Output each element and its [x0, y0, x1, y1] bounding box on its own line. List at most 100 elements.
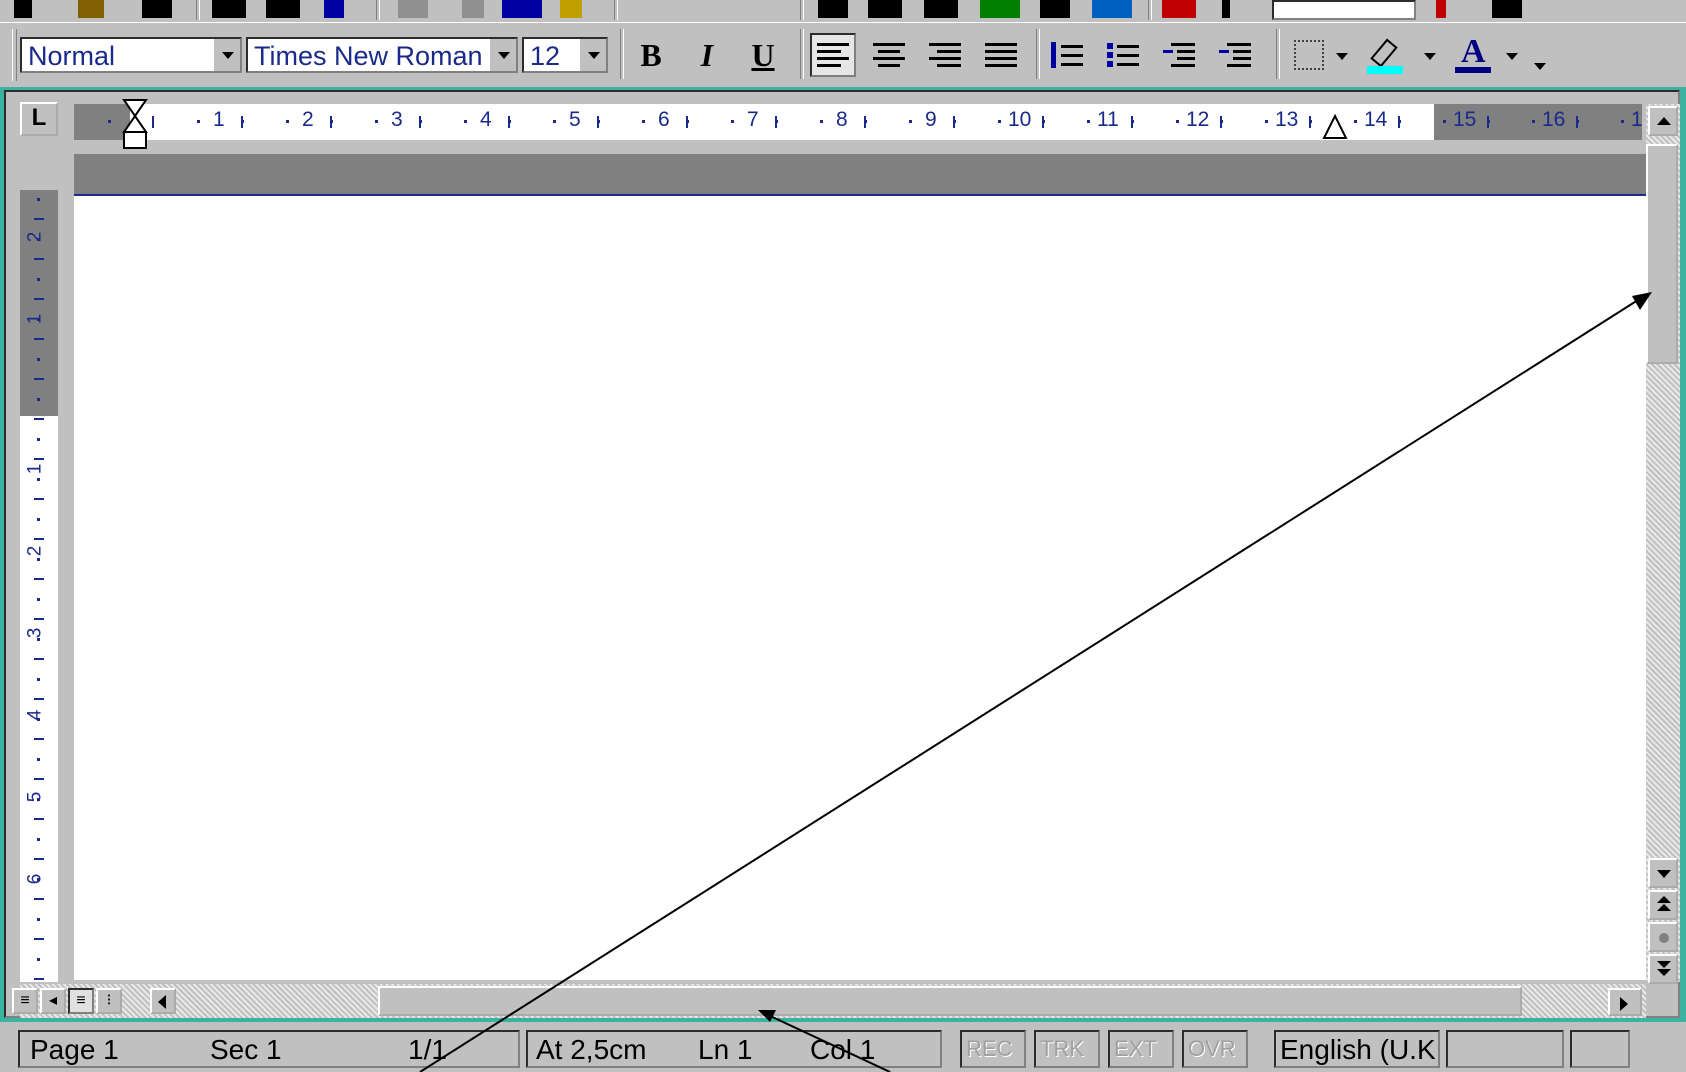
vertical-ruler-mark — [34, 858, 44, 860]
scroll-up-button[interactable] — [1648, 106, 1678, 136]
align-right-button[interactable] — [922, 33, 968, 77]
columns-icon[interactable] — [1040, 0, 1070, 18]
ruler-number: 3 — [391, 108, 403, 131]
status-language-label: English (U.K — [1280, 1034, 1436, 1065]
new-document-icon[interactable] — [14, 0, 32, 18]
vertical-ruler-number: 4 — [24, 709, 46, 721]
align-center-icon — [873, 42, 905, 68]
spelling-icon[interactable] — [324, 0, 344, 18]
hyperlink-icon[interactable] — [818, 0, 848, 18]
copy-icon[interactable] — [462, 0, 484, 18]
show-hide-icon[interactable] — [1222, 0, 1230, 18]
tab-selector-label: L — [31, 104, 47, 131]
horizontal-ruler[interactable]: 1234567891011121314151617 — [74, 104, 1642, 140]
style-combo[interactable]: Normal — [20, 37, 242, 73]
insert-table-icon[interactable] — [924, 0, 958, 18]
office-assistant-icon[interactable] — [1492, 0, 1522, 18]
ruler-mark — [1487, 116, 1490, 128]
justify-button[interactable] — [978, 33, 1024, 77]
highlight-dropdown-arrow[interactable] — [1424, 53, 1436, 60]
ruler-mark — [1353, 120, 1357, 123]
insert-excel-icon[interactable] — [980, 0, 1020, 18]
ruler-mark — [508, 116, 511, 128]
vertical-ruler-number: 1 — [24, 463, 46, 475]
vertical-ruler-mark — [37, 518, 40, 521]
vertical-ruler-number: 5 — [24, 791, 46, 803]
status-page-count: 1/1 — [408, 1034, 447, 1065]
scroll-right-button[interactable] — [1608, 988, 1642, 1016]
scroll-left-button[interactable] — [150, 988, 176, 1014]
horizontal-scroll-thumb[interactable] — [378, 986, 1522, 1016]
ruler-mark — [241, 116, 244, 128]
open-folder-icon[interactable] — [78, 0, 104, 18]
previous-page-button[interactable] — [1648, 890, 1678, 920]
status-ovr[interactable]: OVR — [1182, 1030, 1248, 1068]
status-ovr-label: OVR — [1188, 1036, 1236, 1061]
underline-button[interactable]: U — [740, 33, 786, 77]
align-center-button[interactable] — [866, 33, 912, 77]
decrease-indent-button[interactable] — [1156, 33, 1202, 77]
align-left-button[interactable] — [810, 33, 856, 77]
vertical-ruler-number: 2 — [24, 231, 46, 243]
bold-button[interactable]: B — [628, 33, 674, 77]
increase-indent-button[interactable] — [1212, 33, 1258, 77]
vertical-ruler-mark — [34, 698, 44, 700]
vertical-ruler-mark — [34, 258, 44, 260]
chevron-down-icon[interactable] — [578, 39, 606, 71]
zoom-combo[interactable] — [1272, 0, 1416, 20]
normal-view-button[interactable]: ≡ — [12, 988, 38, 1014]
paste-icon[interactable] — [502, 0, 542, 18]
tab-selector[interactable]: L — [20, 102, 58, 136]
status-trk[interactable]: TRK — [1034, 1030, 1100, 1068]
font-color-dropdown-arrow[interactable] — [1506, 53, 1518, 60]
cut-icon[interactable] — [398, 0, 428, 18]
borders-button[interactable] — [1286, 33, 1332, 77]
toolbar-grip[interactable] — [12, 29, 17, 81]
status-pane-location: Page 1 Sec 1 1/1 — [18, 1030, 520, 1068]
web-layout-icon: ◂ — [48, 992, 58, 1009]
vertical-ruler-number: 6 — [24, 873, 46, 885]
borders-dropdown-arrow[interactable] — [1336, 53, 1348, 60]
chevron-down-icon[interactable] — [212, 39, 240, 71]
ruler-mark — [1175, 120, 1179, 123]
font-color-icon: A — [1455, 33, 1491, 73]
chevron-down-icon[interactable] — [488, 39, 516, 71]
status-ext[interactable]: EXT — [1108, 1030, 1174, 1068]
outline-view-button[interactable]: ⁝ — [96, 988, 122, 1014]
toolbar-options-arrow[interactable] — [1534, 63, 1546, 70]
format-painter-icon[interactable] — [560, 0, 582, 18]
vertical-ruler-mark — [37, 278, 40, 281]
scroll-down-button[interactable] — [1648, 858, 1678, 888]
web-layout-view-button[interactable]: ◂ — [40, 988, 66, 1014]
print-layout-view-button[interactable]: ≡ — [68, 988, 94, 1014]
print-icon[interactable] — [212, 0, 246, 18]
document-map-icon[interactable] — [1162, 0, 1196, 18]
bullets-button[interactable] — [1100, 33, 1146, 77]
font-combo[interactable]: Times New Roman — [246, 37, 518, 73]
document-page[interactable] — [74, 196, 1646, 980]
numbering-button[interactable] — [1044, 33, 1090, 77]
right-indent-marker[interactable] — [1322, 110, 1348, 140]
status-rec[interactable]: REC — [960, 1030, 1026, 1068]
vertical-ruler-mark — [34, 418, 44, 420]
font-color-button[interactable]: A — [1450, 33, 1496, 77]
vertical-ruler[interactable]: 2 1 1 2 3 4 5 6 — [20, 190, 58, 982]
highlight-button[interactable] — [1362, 33, 1408, 77]
select-browse-object-button[interactable] — [1648, 922, 1678, 952]
font-size-combo[interactable]: 12 — [522, 37, 608, 73]
vertical-ruler-mark — [37, 878, 40, 881]
vertical-ruler-mark — [37, 398, 40, 401]
save-icon[interactable] — [142, 0, 172, 18]
arrow-right-icon — [1620, 997, 1628, 1011]
increase-indent-icon — [1219, 42, 1251, 68]
indent-markers[interactable] — [122, 98, 148, 152]
help-icon[interactable] — [1436, 0, 1446, 18]
tables-borders-icon[interactable] — [868, 0, 902, 18]
ruler-mark — [1442, 120, 1446, 123]
italic-button[interactable]: I — [684, 33, 730, 77]
print-preview-icon[interactable] — [266, 0, 300, 18]
next-page-button[interactable] — [1648, 954, 1678, 984]
vertical-scroll-thumb[interactable] — [1646, 144, 1678, 364]
status-language[interactable]: English (U.K — [1274, 1030, 1440, 1068]
drawing-icon[interactable] — [1092, 0, 1132, 18]
